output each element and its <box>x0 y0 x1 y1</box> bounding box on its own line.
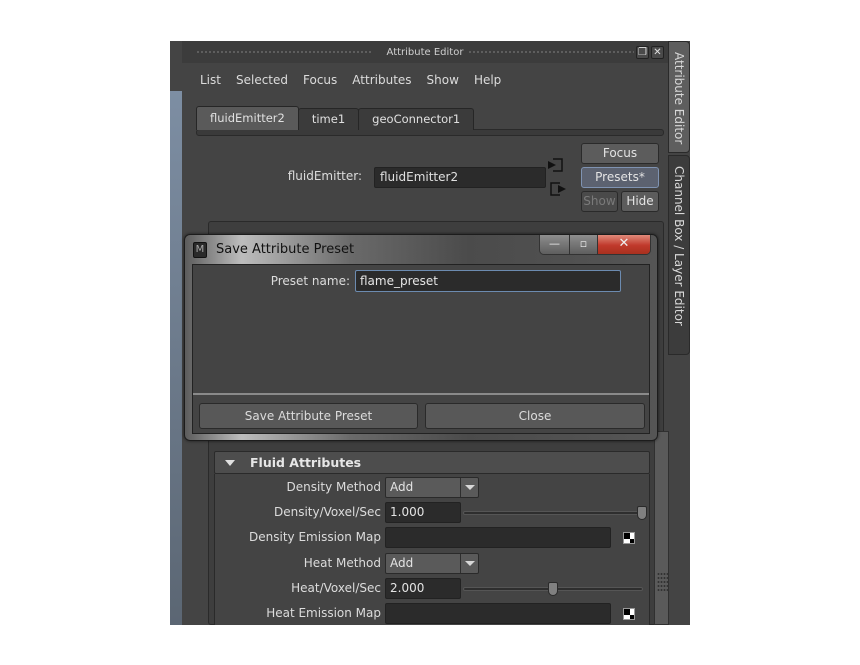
minimize-icon[interactable]: — <box>540 235 570 254</box>
attr-label: Heat Emission Map <box>266 606 381 620</box>
attr-row-density-method: Density Method Add <box>215 476 651 501</box>
dialog-body: Preset name: flame_preset Save Attribute… <box>192 264 650 434</box>
save-attribute-preset-button[interactable]: Save Attribute Preset <box>199 403 418 429</box>
dialog-title: Save Attribute Preset <box>216 242 355 257</box>
dropdown-value: Add <box>390 480 414 494</box>
fluid-attributes-header[interactable]: Fluid Attributes <box>214 451 650 474</box>
density-method-dropdown[interactable]: Add <box>385 477 479 498</box>
node-tabs: fluidEmitter2 time1 geoConnector1 <box>196 106 475 130</box>
close-icon[interactable]: ✕ <box>598 235 650 254</box>
maximize-icon[interactable]: ▫ <box>570 235 598 254</box>
show-button[interactable]: Show <box>581 191 618 212</box>
attribute-editor-titlebar[interactable]: Attribute Editor ❐ ✕ <box>182 41 668 63</box>
drag-grip[interactable] <box>196 50 371 54</box>
presets-button[interactable]: Presets* <box>581 167 659 188</box>
output-connections-icon[interactable] <box>550 182 566 196</box>
density-voxel-sec-slider[interactable] <box>463 506 647 520</box>
dropdown-value: Add <box>390 556 414 570</box>
float-panel-icon[interactable]: ❐ <box>636 46 649 59</box>
attr-row-heat-emission-map: Heat Emission Map <box>215 602 651 625</box>
attribute-editor-title: Attribute Editor <box>380 46 470 58</box>
window-controls: — ▫ ✕ <box>539 235 651 255</box>
hide-button[interactable]: Hide <box>621 191 659 212</box>
density-voxel-sec-field[interactable]: 1.000 <box>385 502 461 523</box>
section-title: Fluid Attributes <box>250 455 362 470</box>
menu-list[interactable]: List <box>182 69 230 91</box>
texture-map-icon[interactable] <box>623 532 635 544</box>
menu-show[interactable]: Show <box>421 69 468 91</box>
tab-fluidemitter2[interactable]: fluidEmitter2 <box>196 106 299 130</box>
heat-voxel-sec-field[interactable]: 2.000 <box>385 578 461 599</box>
expand-triangle-icon[interactable] <box>225 460 235 466</box>
slider-thumb[interactable] <box>548 582 558 596</box>
attr-label: Heat Method <box>303 556 381 570</box>
dialog-titlebar[interactable]: M Save Attribute Preset — ▫ ✕ <box>185 235 657 263</box>
preset-name-input[interactable]: flame_preset <box>355 270 621 292</box>
slider-thumb[interactable] <box>637 506 647 520</box>
attr-row-heat-voxel-sec: Heat/Voxel/Sec 2.000 <box>215 577 651 602</box>
node-name-field[interactable]: fluidEmitter2 <box>374 167 546 188</box>
menu-selected[interactable]: Selected <box>230 69 297 91</box>
heat-voxel-sec-slider[interactable] <box>463 582 643 596</box>
node-type-label: fluidEmitter: <box>287 169 362 183</box>
tab-time1[interactable]: time1 <box>297 108 360 130</box>
drag-grip[interactable] <box>468 50 634 54</box>
attr-row-heat-method: Heat Method Add <box>215 552 651 577</box>
tab-strip <box>196 129 664 136</box>
attr-label: Density/Voxel/Sec <box>273 505 381 519</box>
attr-row-density-emission-map: Density Emission Map <box>215 526 651 551</box>
menu-bar: List Selected Focus Attributes Show Help <box>182 69 510 91</box>
chevron-down-icon[interactable] <box>460 554 478 573</box>
save-attribute-preset-dialog: M Save Attribute Preset — ▫ ✕ Preset nam… <box>184 234 658 441</box>
density-emission-map-field[interactable] <box>385 527 611 548</box>
attr-label: Density Method <box>286 480 381 494</box>
maya-app-icon: M <box>193 242 207 258</box>
fluid-attributes-body: Density Method Add Density/Voxel/Sec 1.0… <box>214 474 650 625</box>
tab-geoconnector1[interactable]: geoConnector1 <box>358 108 475 130</box>
close-button[interactable]: Close <box>425 403 645 429</box>
side-tab-attribute-editor[interactable]: Attribute Editor <box>668 41 690 153</box>
attr-label: Heat/Voxel/Sec <box>291 581 381 595</box>
heat-emission-map-field[interactable] <box>385 603 611 624</box>
heat-method-dropdown[interactable]: Add <box>385 553 479 574</box>
vertical-scrollbar[interactable] <box>654 431 669 625</box>
preset-name-label: Preset name: <box>270 274 350 288</box>
divider <box>193 393 649 395</box>
menu-attributes[interactable]: Attributes <box>346 69 420 91</box>
texture-map-icon[interactable] <box>623 608 635 620</box>
menu-help[interactable]: Help <box>468 69 510 91</box>
side-tab-channel-box[interactable]: Channel Box / Layer Editor <box>668 155 690 355</box>
input-connections-icon[interactable] <box>548 158 564 172</box>
viewport-edge <box>170 91 182 625</box>
attr-row-density-voxel-sec: Density/Voxel/Sec 1.000 <box>215 501 651 526</box>
attr-label: Density Emission Map <box>249 530 381 544</box>
close-panel-icon[interactable]: ✕ <box>651 46 664 59</box>
menu-focus[interactable]: Focus <box>297 69 346 91</box>
scrollbar-grip[interactable] <box>657 572 669 592</box>
chevron-down-icon[interactable] <box>460 478 478 497</box>
focus-button[interactable]: Focus <box>581 143 659 164</box>
